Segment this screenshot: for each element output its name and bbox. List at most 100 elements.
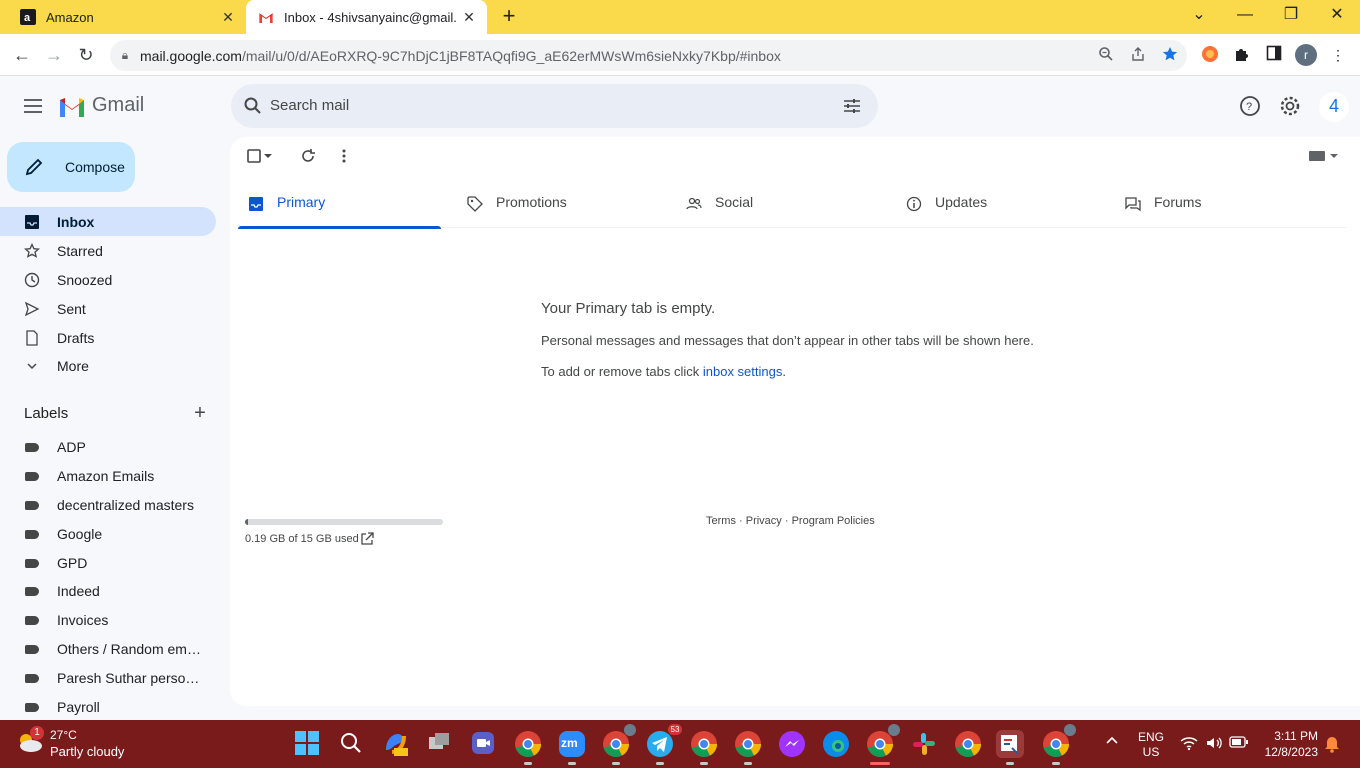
tab-search-chevron-icon[interactable]: ⌄ bbox=[1176, 0, 1222, 34]
browser-tab-gmail[interactable]: Inbox - 4shivsanyainc@gmail.com ✕ bbox=[246, 0, 487, 34]
windows-start-icon[interactable] bbox=[294, 730, 322, 758]
tab-social[interactable]: Social bbox=[676, 183, 879, 228]
privacy-link[interactable]: Privacy bbox=[746, 515, 782, 527]
address-bar[interactable]: 🔒︎ mail.google.com/mail/u/0/d/AEoRXRQ-9C… bbox=[110, 40, 1187, 71]
lock-icon[interactable]: 🔒︎ bbox=[110, 48, 140, 63]
label-item[interactable]: GPD bbox=[0, 549, 216, 578]
extensions-puzzle-icon[interactable] bbox=[1232, 45, 1252, 65]
refresh-icon[interactable] bbox=[298, 146, 318, 166]
chrome-profile-icon[interactable] bbox=[954, 730, 982, 758]
tab-label: Updates bbox=[935, 194, 988, 210]
tab-promotions[interactable]: Promotions bbox=[457, 183, 660, 228]
labels-heading: Labels bbox=[24, 405, 69, 422]
search-input[interactable]: Search mail bbox=[270, 97, 349, 114]
tab-label: Social bbox=[715, 194, 754, 210]
tab-forums[interactable]: Forums bbox=[1115, 183, 1318, 228]
weather-widget[interactable]: 1 27°C Partly cloudy bbox=[16, 726, 136, 762]
program-policies-link[interactable]: Program Policies bbox=[792, 515, 875, 527]
gmail-logo[interactable]: Gmail bbox=[58, 94, 144, 117]
notification-bell-icon[interactable] bbox=[1322, 735, 1342, 768]
settings-gear-icon[interactable] bbox=[1279, 95, 1301, 117]
label-item[interactable]: ADP bbox=[0, 433, 216, 462]
browser-tab-amazon[interactable]: a Amazon ✕ bbox=[8, 0, 246, 34]
label-item[interactable]: Invoices bbox=[0, 606, 216, 635]
browser-menu-icon[interactable]: ⋮ bbox=[1328, 45, 1348, 65]
volume-icon[interactable] bbox=[1203, 735, 1225, 768]
input-tools-keyboard-icon[interactable] bbox=[1308, 149, 1340, 163]
chrome-profile-icon[interactable] bbox=[602, 724, 636, 765]
label-item[interactable]: Others / Random emails bbox=[0, 635, 216, 664]
close-tab-icon[interactable]: ✕ bbox=[216, 9, 240, 26]
clock-date: 12/8/2023 bbox=[1264, 745, 1318, 759]
label-item[interactable]: Payroll bbox=[0, 693, 216, 722]
label-tag-icon bbox=[25, 443, 39, 452]
label-item[interactable]: decentralized masters bbox=[0, 491, 216, 520]
messenger-app-icon[interactable] bbox=[778, 730, 806, 758]
edge-browser-icon[interactable] bbox=[822, 730, 850, 758]
bookmark-star-icon[interactable] bbox=[1161, 46, 1179, 64]
sidebar-item-drafts[interactable]: Drafts bbox=[0, 323, 216, 352]
restore-button[interactable]: ❐ bbox=[1268, 0, 1314, 34]
video-call-app-icon[interactable] bbox=[470, 730, 498, 758]
sidebar-item-snoozed[interactable]: Snoozed bbox=[0, 265, 216, 294]
copilot-preview-icon[interactable] bbox=[382, 730, 410, 758]
sidebar-item-starred[interactable]: Starred bbox=[0, 236, 216, 265]
terms-link[interactable]: Terms bbox=[706, 515, 736, 527]
url-text: mail.google.com/mail/u/0/d/AEoRXRQ-9C7hD… bbox=[140, 47, 781, 64]
show-hidden-icons-chevron-icon[interactable] bbox=[1102, 734, 1122, 768]
battery-icon[interactable] bbox=[1227, 736, 1251, 768]
inbox-main-panel: Primary Promotions Social Updates Forums… bbox=[230, 137, 1360, 706]
back-button[interactable]: ← bbox=[9, 42, 35, 68]
wifi-icon[interactable] bbox=[1178, 735, 1200, 768]
taskbar-search-icon[interactable] bbox=[338, 730, 366, 758]
empty-tab-hint: To add or remove tabs click inbox settin… bbox=[541, 364, 786, 379]
chrome-active-window-icon[interactable] bbox=[866, 724, 900, 765]
new-tab-button[interactable]: + bbox=[497, 5, 521, 29]
external-link-icon[interactable] bbox=[360, 532, 374, 546]
main-menu-icon[interactable] bbox=[22, 95, 44, 117]
label-item[interactable]: Indeed bbox=[0, 577, 216, 606]
snipping-tool-icon[interactable] bbox=[996, 730, 1024, 765]
sidebar-item-sent[interactable]: Sent bbox=[0, 294, 216, 323]
compose-button[interactable]: Compose bbox=[7, 142, 135, 192]
reload-button[interactable]: ↻ bbox=[73, 42, 99, 68]
minimize-button[interactable]: — bbox=[1222, 0, 1268, 34]
sidebar-item-more[interactable]: More bbox=[0, 351, 216, 380]
label-item[interactable]: Paresh Suthar personal ... bbox=[0, 664, 216, 693]
pencil-icon bbox=[25, 158, 43, 176]
inbox-settings-link[interactable]: inbox settings bbox=[703, 364, 783, 379]
label-tag-icon bbox=[25, 559, 39, 568]
zoom-icon[interactable] bbox=[1097, 46, 1115, 64]
sidebar-item-inbox[interactable]: Inbox bbox=[0, 207, 216, 236]
help-icon[interactable]: ? bbox=[1239, 95, 1261, 117]
close-window-button[interactable]: ✕ bbox=[1314, 0, 1360, 34]
chrome-profile-icon[interactable] bbox=[1042, 724, 1076, 765]
label-tag-icon bbox=[25, 616, 39, 625]
chrome-profile-icon[interactable] bbox=[690, 730, 718, 765]
add-label-button[interactable]: + bbox=[191, 403, 209, 423]
task-view-icon[interactable] bbox=[426, 730, 454, 758]
chrome-profile-icon[interactable] bbox=[734, 730, 762, 765]
select-dropdown-icon[interactable] bbox=[262, 146, 274, 166]
label-item[interactable]: Google bbox=[0, 520, 216, 549]
more-options-icon[interactable] bbox=[334, 146, 354, 166]
label-item[interactable]: Amazon Emails bbox=[0, 462, 216, 491]
account-avatar[interactable]: 4 bbox=[1319, 92, 1349, 122]
chrome-profile-icon[interactable] bbox=[514, 730, 542, 765]
telegram-app-icon[interactable]: 53 bbox=[646, 724, 682, 765]
slack-app-icon[interactable] bbox=[910, 730, 938, 758]
tab-primary[interactable]: Primary bbox=[238, 183, 441, 229]
search-mail-bar[interactable]: Search mail bbox=[231, 84, 878, 128]
select-all-checkbox[interactable] bbox=[244, 146, 264, 166]
close-tab-icon[interactable]: ✕ bbox=[457, 9, 481, 26]
zoom-app-icon[interactable]: zm bbox=[558, 730, 586, 765]
forward-button[interactable]: → bbox=[41, 42, 67, 68]
browser-profile-avatar[interactable]: r bbox=[1295, 44, 1317, 66]
language-indicator[interactable]: ENG US bbox=[1134, 730, 1168, 768]
side-panel-icon[interactable] bbox=[1264, 45, 1284, 65]
taskbar-clock[interactable]: 3:11 PM 12/8/2023 bbox=[1258, 728, 1318, 760]
extension-firefox-relay-icon[interactable] bbox=[1200, 45, 1220, 65]
tab-updates[interactable]: Updates bbox=[896, 183, 1099, 228]
weather-alert-badge: 1 bbox=[30, 726, 44, 740]
share-icon[interactable] bbox=[1129, 46, 1147, 64]
